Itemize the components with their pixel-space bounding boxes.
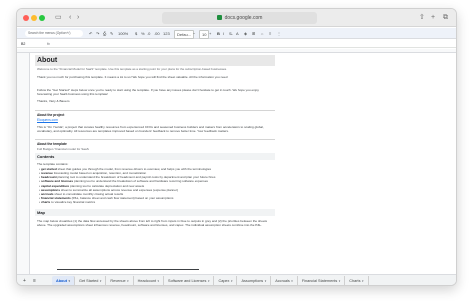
chevron-down-icon[interactable]: ▾ <box>291 279 293 283</box>
number-format-button[interactable]: 123 <box>163 30 170 37</box>
fx-label: fx <box>47 42 50 46</box>
intro-text: Thank you so much for purchasing this te… <box>37 75 228 79</box>
tab-label: Get Started <box>78 279 99 283</box>
tab-label: About <box>56 279 67 283</box>
tab-label: Headcount <box>137 279 157 283</box>
project-header: About the project <box>37 113 65 117</box>
page-title: About <box>35 55 275 66</box>
decrease-decimals-button[interactable]: .0 <box>147 30 150 37</box>
sidebar-icon[interactable]: ▭ <box>55 13 62 23</box>
chevron-down-icon[interactable]: ▾ <box>158 279 160 283</box>
tab-financial-statements[interactable]: Financial Statements ▾ <box>298 276 346 285</box>
arrow-right-icon: → <box>195 266 199 271</box>
tab-about[interactable]: About ▾ <box>52 276 75 285</box>
maximize-window-button[interactable] <box>39 15 45 21</box>
close-window-button[interactable] <box>23 15 29 21</box>
zoom-select[interactable]: 100% <box>118 30 128 37</box>
chevron-down-icon[interactable]: ▾ <box>265 279 267 283</box>
tab-revenue[interactable]: Revenue ▾ <box>106 276 134 285</box>
horizontal-scrollbar[interactable] <box>57 269 199 270</box>
menu-search-input[interactable]: Search the menus (Option+/) <box>25 30 83 37</box>
tab-accruals[interactable]: Accruals ▾ <box>271 276 298 285</box>
column-headers[interactable] <box>17 49 456 53</box>
sheets-toolbar: Search the menus (Option+/) ↶ ↷ ⎙ ✎ 100%… <box>17 28 456 39</box>
percent-format-button[interactable]: % <box>141 30 145 37</box>
row-headers[interactable] <box>17 53 30 274</box>
divider <box>35 110 275 111</box>
font-size-decrease-icon[interactable]: − <box>193 30 195 37</box>
contents-list: • get started sheet that guides you thro… <box>39 167 269 204</box>
map-header: Map <box>35 209 275 216</box>
divider <box>35 139 275 140</box>
borders-icon[interactable]: ⊞ <box>252 30 255 37</box>
sheets-favicon-icon <box>216 15 222 20</box>
project-link[interactable]: Eloquens.com <box>37 118 58 122</box>
chevron-down-icon[interactable]: ▾ <box>68 279 70 283</box>
tab-label: Financial Statements <box>301 279 338 283</box>
chevron-down-icon[interactable]: ▾ <box>362 279 364 283</box>
sheet-tabs: About ▾ Get Started ▾ Revenue ▾ Headcount ▾ Soft… <box>52 276 369 285</box>
chevron-down-icon[interactable]: ▾ <box>208 279 210 283</box>
more-icon[interactable]: ⋮ <box>277 30 281 37</box>
tab-headcount[interactable]: Headcount ▾ <box>134 276 165 285</box>
minimize-window-button[interactable] <box>31 15 37 21</box>
chevron-right-icon[interactable]: › <box>77 13 79 23</box>
project-text: This is "On Ysolda", a project that cura… <box>37 125 264 134</box>
get-started-text: Follow the "Get Started" steps below onc… <box>37 88 259 97</box>
merge-cells-icon[interactable]: ⇔ <box>260 30 264 37</box>
map-text: The map below visualizes (1) the data fl… <box>37 219 268 228</box>
plus-icon[interactable]: + <box>431 13 435 23</box>
browser-window: ▭ ‹ › docs.google.com ⇧ + ⧉ Search the m… <box>16 8 457 286</box>
browser-titlebar: ▭ ‹ › docs.google.com ⇧ + ⧉ <box>17 9 456 27</box>
signature-text: Thanks, Viety & Bauero <box>37 99 70 103</box>
url-text: docs.google.com <box>224 15 263 21</box>
font-select[interactable]: Defau... <box>174 30 195 39</box>
list-item: • charts to visualize key financial metr… <box>39 200 96 205</box>
chevron-left-icon[interactable]: ‹ <box>69 13 71 23</box>
contents-intro: The template contains: <box>37 162 69 166</box>
tab-label: Capex <box>218 279 230 283</box>
tab-label: Charts <box>349 279 361 283</box>
tab-label: Revenue <box>110 279 126 283</box>
redo-icon[interactable]: ↷ <box>96 30 99 37</box>
spreadsheet-grid[interactable]: About Welcome to the "Financial Model fo… <box>17 49 456 274</box>
chevron-down-icon[interactable]: ▾ <box>100 279 102 283</box>
font-size-input[interactable]: 10 <box>199 30 210 39</box>
template-subtitle: Full Budget / financial model for SaaS <box>37 147 89 151</box>
all-sheets-button[interactable]: ≡ <box>33 278 36 284</box>
tab-label: Accruals <box>275 279 290 283</box>
page-subtitle: Welcome to the "Financial Model for SaaS… <box>37 67 228 71</box>
formula-bar: B2 fx <box>17 40 456 48</box>
chevron-down-icon[interactable]: ▾ <box>127 279 129 283</box>
chevron-down-icon[interactable]: ▾ <box>231 279 233 283</box>
template-header: About the template <box>37 142 67 146</box>
sheet-tab-bar: + ≡ About ▾ Get Started ▾ Revenue ▾ Headcount ▾… <box>17 274 456 285</box>
text-color-icon[interactable]: A <box>236 30 239 37</box>
tab-label: Assumptions <box>241 279 264 283</box>
name-box[interactable]: B2 <box>21 41 25 47</box>
chevron-down-icon[interactable]: ▾ <box>339 279 341 283</box>
strikethrough-icon[interactable]: S̶ <box>229 30 232 37</box>
paint-format-icon[interactable]: ✎ <box>110 30 113 37</box>
add-sheet-button[interactable]: + <box>23 278 26 284</box>
tab-charts[interactable]: Charts ▾ <box>345 276 369 285</box>
font-size-increase-icon[interactable]: + <box>209 30 211 37</box>
tab-get-started[interactable]: Get Started ▾ <box>75 276 107 285</box>
currency-format-button[interactable]: $ <box>135 30 137 37</box>
undo-icon[interactable]: ↶ <box>89 30 92 37</box>
bold-button[interactable]: B <box>217 30 220 37</box>
tab-label: Software and Licenses <box>168 279 207 283</box>
tab-assumptions[interactable]: Assumptions ▾ <box>237 276 272 285</box>
address-bar[interactable]: docs.google.com <box>162 12 317 24</box>
tabs-icon[interactable]: ⧉ <box>443 13 448 23</box>
print-icon[interactable]: ⎙ <box>103 30 106 37</box>
share-icon[interactable]: ⇧ <box>419 13 425 23</box>
align-icon[interactable]: ≡ <box>269 30 271 37</box>
increase-decimals-button[interactable]: .00 <box>154 30 160 37</box>
tab-software-and-licenses[interactable]: Software and Licenses ▾ <box>164 276 215 285</box>
italic-button[interactable]: I <box>223 30 224 37</box>
tab-capex[interactable]: Capex ▾ <box>214 276 238 285</box>
contents-header: Contents <box>35 153 275 160</box>
fill-color-icon[interactable]: ◈ <box>244 30 247 37</box>
